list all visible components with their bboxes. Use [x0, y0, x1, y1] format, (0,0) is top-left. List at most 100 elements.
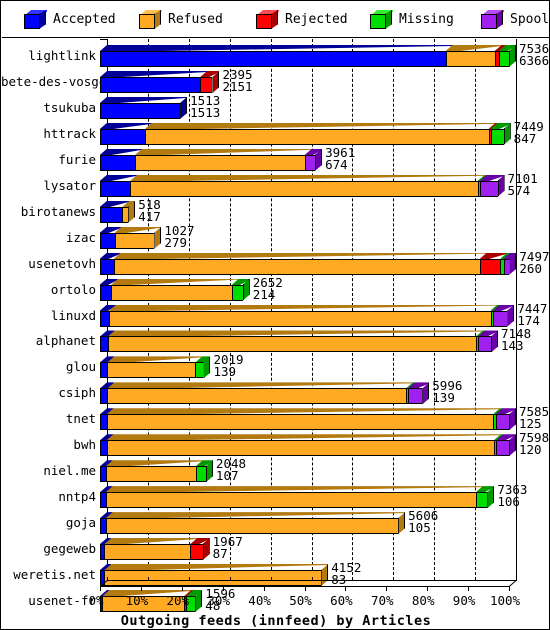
legend-item-missing[interactable]: Missing — [370, 2, 454, 38]
bar-cap-edge — [195, 590, 203, 597]
bar-value-accepted: 574 — [507, 182, 531, 198]
x-axis-tick — [386, 586, 388, 591]
bar-cap-edge — [321, 564, 329, 571]
bar-cap-edge — [491, 330, 499, 337]
bar-row[interactable]: 2652 214 — [1, 276, 549, 303]
bar-value-accepted: 125 — [519, 416, 542, 432]
legend-item-spooled[interactable]: Spooled — [481, 2, 549, 38]
bar-row[interactable]: 7101 574 — [1, 172, 549, 199]
chart-page: Accepted Refused Rejected Missing Spooled li… — [0, 0, 550, 630]
segment-divider — [503, 258, 505, 275]
x-axis-tick-back — [270, 577, 272, 580]
bar-value-accepted: 214 — [252, 286, 276, 302]
bar-segment-refused — [107, 362, 196, 379]
x-axis-back-line — [107, 580, 517, 581]
bar-cap-edge — [315, 149, 323, 156]
bar-segment-refused — [130, 180, 478, 197]
segment-divider — [498, 51, 500, 67]
bar-cap-edge — [487, 486, 495, 493]
bar-value-accepted: 87 — [212, 546, 228, 562]
bar-row[interactable]: 2048 107 — [1, 457, 549, 484]
bar-row[interactable]: 3961 674 — [1, 146, 549, 173]
x-axis-tick-back — [393, 577, 395, 580]
bar-row[interactable]: 7449 847 — [1, 120, 549, 147]
bar-segment-refused — [106, 414, 494, 431]
legend-label: Accepted — [53, 12, 116, 27]
bar-cap-edge — [398, 512, 406, 519]
segment-divider — [200, 76, 202, 93]
bar-value-accepted: 2151 — [222, 78, 253, 94]
bar-segment-refused — [114, 232, 155, 249]
segment-divider — [109, 310, 111, 327]
bar-segment-refused — [107, 336, 476, 353]
x-axis-tick-label: 60% — [330, 593, 353, 608]
bar-cap-edge — [509, 253, 517, 260]
segment-divider — [479, 258, 481, 275]
segment-divider — [105, 518, 107, 535]
bar-row[interactable]: 518 417 — [1, 198, 549, 225]
bar-segment-refused — [107, 388, 406, 405]
x-axis-tick-label: 10% — [125, 593, 149, 608]
legend-item-accepted[interactable]: Accepted — [24, 2, 116, 38]
bar-segment-refused — [144, 128, 489, 145]
bar-row[interactable]: 7585 125 — [1, 405, 549, 432]
segment-divider — [113, 258, 115, 275]
bar-row[interactable]: 2019 139 — [1, 353, 549, 380]
segment-divider — [500, 258, 502, 275]
segment-divider — [105, 492, 107, 509]
x-axis-tick-back — [434, 577, 436, 580]
bar-segment-accepted — [100, 206, 123, 223]
bar-segment-missing — [232, 284, 243, 301]
bar-segment-spooled — [407, 388, 423, 405]
bar-value-accepted: 174 — [517, 312, 540, 328]
bar-segment-rejected — [200, 76, 213, 93]
segment-divider — [490, 128, 492, 145]
bar-row[interactable]: 7497 260 — [1, 250, 549, 277]
bar-row[interactable]: 7536 6366 — [1, 42, 549, 69]
bar-row[interactable]: 7598 120 — [1, 431, 549, 458]
bar-row[interactable]: 7447 174 — [1, 302, 549, 329]
bar-value-accepted: 417 — [138, 208, 161, 224]
bar-row[interactable]: 4152 83 — [1, 561, 549, 588]
legend-item-refused[interactable]: Refused — [139, 2, 223, 38]
bar-row[interactable]: 5996 139 — [1, 379, 549, 406]
segment-divider — [111, 284, 113, 301]
bar-segment-accepted — [100, 76, 201, 93]
bar-row[interactable]: 7148 143 — [1, 327, 549, 354]
bar-cap-edge — [154, 227, 162, 234]
bar-row[interactable]: 1967 87 — [1, 535, 549, 562]
cube-icon — [24, 10, 47, 29]
bar-segment-accepted — [100, 336, 108, 353]
segment-divider — [195, 362, 197, 379]
legend-item-rejected[interactable]: Rejected — [256, 2, 348, 38]
x-axis-tick-label: 20% — [166, 593, 190, 608]
x-axis-tick-label: 50% — [289, 593, 312, 608]
bar-segment-accepted — [100, 154, 136, 171]
bar-segment-missing — [195, 362, 204, 379]
bar-segment-refused — [104, 544, 191, 561]
bar-row[interactable]: 2395 2151 — [1, 68, 549, 95]
x-axis-tick — [509, 586, 510, 591]
segment-divider — [107, 336, 109, 353]
bar-cap-edge — [243, 279, 251, 286]
x-axis-tick — [468, 586, 470, 591]
x-axis-title: Outgoing feeds (innfeed) by Articles — [120, 613, 432, 629]
segment-divider — [106, 414, 108, 431]
x-axis-tick-label: 80% — [411, 593, 435, 608]
bar-row[interactable]: 7363 106 — [1, 483, 549, 510]
bar-segment-spooled — [477, 336, 491, 353]
bar-segment-missing — [195, 466, 206, 483]
bar-row[interactable]: 1027 279 — [1, 224, 549, 251]
segment-divider — [477, 336, 479, 353]
segment-divider — [114, 232, 116, 249]
bar-cap-edge — [509, 45, 517, 52]
bar-segment-spooled — [479, 180, 498, 197]
bar-row[interactable]: 1513 1513 — [1, 94, 549, 121]
bar-segment-spooled — [304, 154, 316, 171]
bar-value-accepted: 139 — [213, 364, 237, 380]
segment-divider — [135, 154, 137, 171]
bar-value-accepted: 1513 — [190, 104, 221, 120]
segment-divider — [405, 388, 407, 405]
x-axis-tick — [263, 586, 265, 591]
bar-row[interactable]: 5606 105 — [1, 509, 549, 536]
